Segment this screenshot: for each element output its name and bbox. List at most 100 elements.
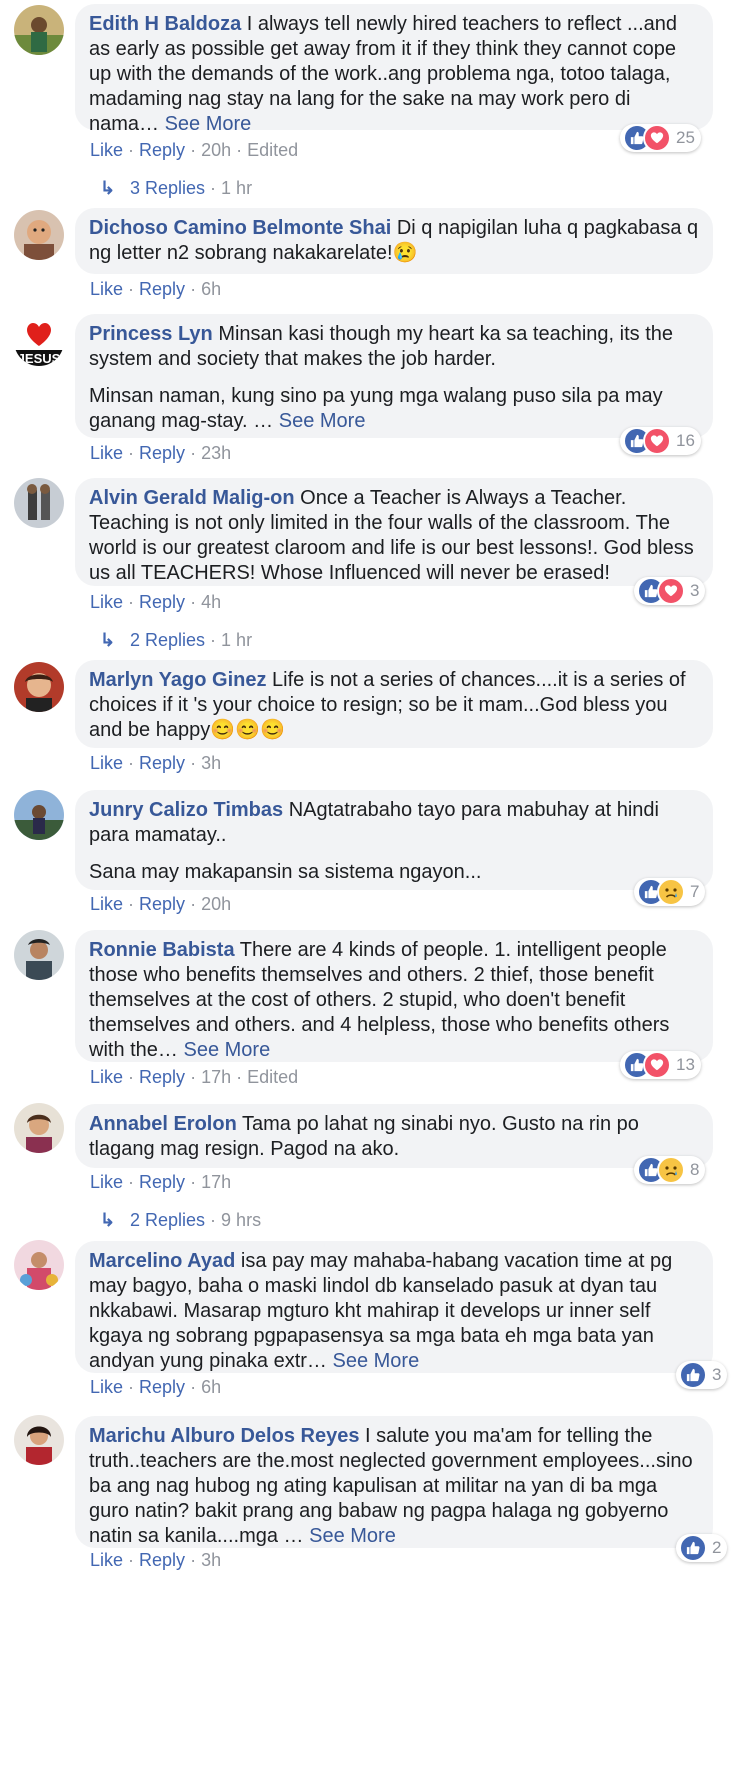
reaction-count: 3 xyxy=(690,581,700,600)
comment-bubble: Dichoso Camino Belmonte Shai Di q napigi… xyxy=(75,208,713,274)
avatar[interactable] xyxy=(14,930,64,980)
comment-time[interactable]: 17h xyxy=(201,1067,231,1087)
reply-arrow-icon: ↳ xyxy=(100,178,116,198)
like-link[interactable]: Like xyxy=(90,1550,123,1570)
comment-time[interactable]: 6h xyxy=(201,279,221,299)
reaction-count: 8 xyxy=(690,1160,700,1179)
comment-time[interactable]: 4h xyxy=(201,592,221,612)
comment-actions: Like · Reply · 6h xyxy=(90,1377,222,1397)
like-link[interactable]: Like xyxy=(90,592,123,612)
view-replies-link[interactable]: ↳ 3 Replies · 1 hr xyxy=(100,177,252,199)
avatar[interactable]: JESUS xyxy=(14,316,64,366)
see-more-link[interactable]: See More xyxy=(165,113,252,135)
reaction-count: 3 xyxy=(712,1365,722,1384)
avatar[interactable] xyxy=(14,1415,64,1465)
like-link[interactable]: Like xyxy=(90,279,123,299)
comment-bubble: Edith H Baldoza I always tell newly hire… xyxy=(75,4,713,135)
reply-link[interactable]: Reply xyxy=(139,443,185,463)
reaction-summary[interactable]: 2 xyxy=(676,1534,728,1562)
reaction-summary[interactable]: 3 xyxy=(676,1361,728,1389)
avatar[interactable] xyxy=(14,210,64,260)
replies-time: 9 hrs xyxy=(221,1210,262,1230)
love-reaction-icon xyxy=(643,124,671,152)
comment-time[interactable]: 20h xyxy=(201,894,231,914)
see-more-link[interactable]: See More xyxy=(184,1039,271,1061)
comment-author[interactable]: Annabel Erolon xyxy=(89,1113,237,1135)
like-link[interactable]: Like xyxy=(90,443,123,463)
avatar[interactable] xyxy=(14,1103,64,1153)
replies-count[interactable]: 2 Replies xyxy=(130,630,205,650)
edited-label: Edited xyxy=(247,140,299,160)
reaction-summary[interactable]: 16 xyxy=(620,427,701,455)
comment-bubble: Marichu Alburo Delos Reyes I salute you … xyxy=(75,1416,713,1548)
reaction-summary[interactable]: 7 xyxy=(634,878,706,906)
like-reaction-icon xyxy=(679,1361,707,1389)
avatar[interactable] xyxy=(14,1240,64,1290)
avatar[interactable] xyxy=(14,790,64,840)
replies-time: 1 hr xyxy=(221,178,253,198)
reply-link[interactable]: Reply xyxy=(139,894,185,914)
reply-link[interactable]: Reply xyxy=(139,279,185,299)
comment-author[interactable]: Marcelino Ayad xyxy=(89,1250,235,1272)
love-reaction-icon xyxy=(643,427,671,455)
reply-link[interactable]: Reply xyxy=(139,140,185,160)
like-link[interactable]: Like xyxy=(90,1172,123,1192)
comment-actions: Like · Reply · 6h xyxy=(90,279,222,299)
avatar[interactable] xyxy=(14,5,64,55)
comment-author[interactable]: Dichoso Camino Belmonte Shai xyxy=(89,217,391,239)
love-reaction-icon xyxy=(643,1051,671,1079)
replies-count[interactable]: 2 Replies xyxy=(130,1210,205,1230)
comment-actions: Like · Reply · 20h xyxy=(90,894,232,914)
see-more-link[interactable]: See More xyxy=(309,1525,396,1547)
like-link[interactable]: Like xyxy=(90,1377,123,1397)
comment-actions: Like · Reply · 3h xyxy=(90,1550,222,1570)
sad-reaction-icon xyxy=(657,1156,685,1184)
comment-actions: Like · Reply · 4h xyxy=(90,592,222,612)
reaction-summary[interactable]: 25 xyxy=(620,124,701,152)
like-link[interactable]: Like xyxy=(90,140,123,160)
view-replies-link[interactable]: ↳ 2 Replies · 9 hrs xyxy=(100,1209,261,1231)
reply-arrow-icon: ↳ xyxy=(100,630,116,650)
comment-actions: Like · Reply · 17h xyxy=(90,1172,232,1192)
comment-author[interactable]: Junry Calizo Timbas xyxy=(89,799,283,821)
replies-count[interactable]: 3 Replies xyxy=(130,178,205,198)
love-reaction-icon xyxy=(657,577,685,605)
reply-link[interactable]: Reply xyxy=(139,1550,185,1570)
comment-author[interactable]: Marlyn Yago Ginez xyxy=(89,669,266,691)
comment-author[interactable]: Edith H Baldoza xyxy=(89,13,241,35)
avatar[interactable] xyxy=(14,478,64,528)
comment-time[interactable]: 23h xyxy=(201,443,231,463)
comment-author[interactable]: Alvin Gerald Malig-on xyxy=(89,487,295,509)
see-more-link[interactable]: See More xyxy=(279,410,366,432)
reply-link[interactable]: Reply xyxy=(139,1067,185,1087)
like-link[interactable]: Like xyxy=(90,894,123,914)
reply-link[interactable]: Reply xyxy=(139,753,185,773)
comment-text: Sana may makapansin sa sistema ngayon... xyxy=(89,861,482,883)
like-reaction-icon xyxy=(679,1534,707,1562)
reply-link[interactable]: Reply xyxy=(139,1377,185,1397)
comment-time[interactable]: 3h xyxy=(201,1550,221,1570)
comment-time[interactable]: 17h xyxy=(201,1172,231,1192)
reaction-count: 25 xyxy=(676,128,695,147)
like-link[interactable]: Like xyxy=(90,1067,123,1087)
avatar[interactable] xyxy=(14,662,64,712)
see-more-link[interactable]: See More xyxy=(333,1350,420,1372)
comment-author[interactable]: Princess Lyn xyxy=(89,323,213,345)
sad-reaction-icon xyxy=(657,878,685,906)
comment-time[interactable]: 20h xyxy=(201,140,231,160)
reaction-summary[interactable]: 13 xyxy=(620,1051,701,1079)
comment-bubble: Marlyn Yago Ginez Life is not a series o… xyxy=(75,660,713,748)
view-replies-link[interactable]: ↳ 2 Replies · 1 hr xyxy=(100,629,252,651)
like-link[interactable]: Like xyxy=(90,753,123,773)
reply-link[interactable]: Reply xyxy=(139,592,185,612)
reaction-count: 2 xyxy=(712,1538,722,1557)
comment-author[interactable]: Ronnie Babista xyxy=(89,939,235,961)
reply-link[interactable]: Reply xyxy=(139,1172,185,1192)
reaction-summary[interactable]: 3 xyxy=(634,577,706,605)
comment-bubble: Marcelino Ayad isa pay may mahaba-habang… xyxy=(75,1241,713,1373)
comment-thread: Edith H Baldoza I always tell newly hire… xyxy=(0,0,750,1766)
comment-author[interactable]: Marichu Alburo Delos Reyes xyxy=(89,1425,359,1447)
comment-time[interactable]: 6h xyxy=(201,1377,221,1397)
comment-time[interactable]: 3h xyxy=(201,753,221,773)
reaction-summary[interactable]: 8 xyxy=(634,1156,706,1184)
